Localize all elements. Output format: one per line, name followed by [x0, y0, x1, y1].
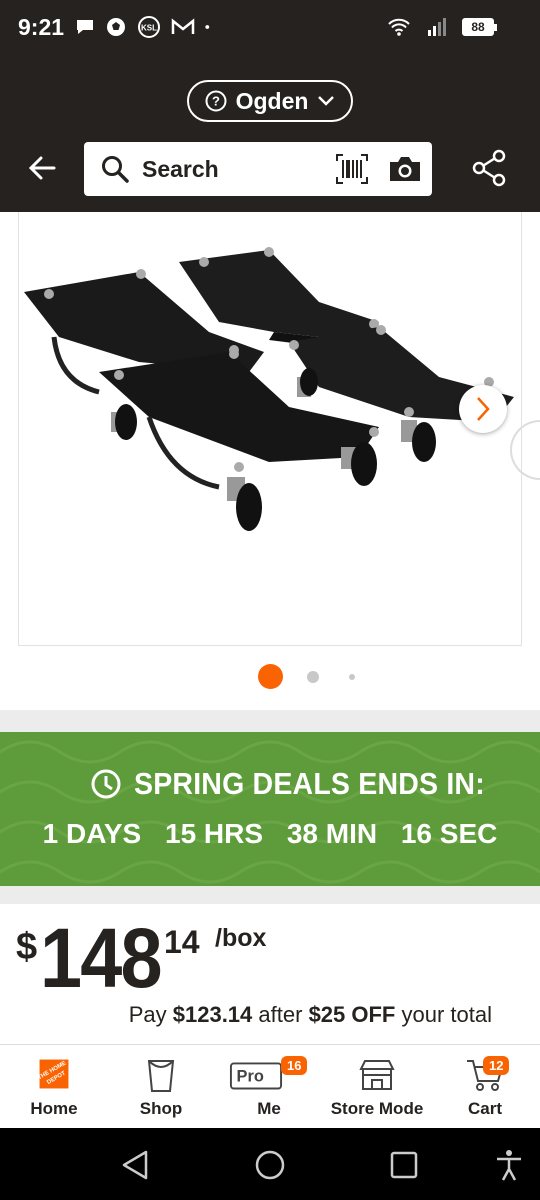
camera-icon[interactable] — [388, 154, 422, 184]
store-pin-icon: ? — [205, 90, 227, 112]
price-currency: $ — [16, 926, 38, 968]
store-name: Ogden — [235, 87, 309, 114]
promo-background-pattern — [0, 740, 540, 884]
nav-label-me: Me — [257, 1099, 281, 1118]
gallery-dot-active[interactable] — [258, 664, 283, 689]
android-back-icon[interactable] — [118, 1148, 152, 1182]
nav-item-store-mode[interactable]: Store Mode — [323, 1045, 431, 1129]
app-header: ? Ogden Search — [0, 60, 540, 212]
android-navigation-bar — [0, 1128, 540, 1200]
me-notification-badge: 16 — [281, 1056, 308, 1075]
product-image — [24, 247, 514, 531]
nav-label-store-mode: Store Mode — [330, 1099, 424, 1118]
pay-prefix: Pay — [128, 1002, 167, 1027]
promo-banner: SPRING DEALS ENDS IN: 1 DAYS 15 HRS 38 M… — [0, 732, 540, 886]
dot-icon — [205, 25, 210, 29]
nav-item-cart[interactable]: 12 Cart — [431, 1045, 539, 1129]
wifi-icon — [388, 18, 410, 36]
gallery-next-button[interactable] — [459, 385, 507, 433]
status-bar: 9:21 KSL 88 — [0, 0, 540, 60]
pro-card-text: Pro — [237, 1068, 264, 1086]
pro-card-icon: Pro — [229, 1062, 283, 1090]
search-placeholder: Search — [142, 156, 219, 182]
nav-item-me[interactable]: Pro 16 Me — [215, 1045, 323, 1129]
nav-item-home[interactable]: THE HOME DEPOT Home — [0, 1045, 108, 1129]
product-gallery[interactable] — [0, 212, 540, 710]
battery-icon: 88 — [462, 18, 497, 36]
ksl-icon-label: KSL — [141, 24, 157, 33]
store-selector[interactable]: ? Ogden — [187, 80, 353, 122]
store-icon — [359, 1060, 395, 1090]
gallery-dot[interactable] — [349, 674, 355, 680]
gallery-dot[interactable] — [307, 671, 319, 683]
nav-label-shop: Shop — [139, 1099, 183, 1118]
share-icon[interactable] — [470, 148, 508, 188]
chevron-down-icon — [318, 96, 335, 106]
countdown-minutes: 38 MIN — [286, 818, 378, 849]
cart-count-badge: 12 — [483, 1056, 510, 1075]
countdown-timer: 1 DAYS 15 HRS 38 MIN 16 SEC — [0, 818, 540, 850]
pay-suffix: your total — [401, 1002, 493, 1027]
promo-title: SPRING DEALS ENDS IN: — [90, 766, 515, 802]
bottom-navigation: THE HOME DEPOT Home Shop Pro 16 Me Store … — [0, 1044, 540, 1128]
discount-offer-line: Pay $123.14 after $25 OFF your total — [129, 1002, 492, 1028]
price-cents: 14 — [164, 924, 200, 960]
section-divider — [0, 886, 540, 904]
android-recents-icon[interactable] — [387, 1148, 421, 1182]
svg-text:?: ? — [212, 94, 220, 109]
chevron-right-icon — [477, 397, 490, 421]
countdown-seconds: 16 SEC — [400, 818, 498, 849]
barcode-scan-icon[interactable] — [336, 154, 368, 184]
home-depot-logo-icon: THE HOMEDEPOT — [37, 1059, 69, 1089]
status-time: 9:21 — [18, 14, 65, 40]
countdown-days: 1 DAYS — [42, 818, 142, 849]
nav-item-shop[interactable]: Shop — [107, 1045, 215, 1129]
ksl-icon: KSL — [138, 16, 160, 38]
price-section: $ 148 14 /box Pay $123.14 after $25 OFF … — [0, 904, 540, 1044]
nav-label-home: Home — [30, 1099, 78, 1118]
promo-title-text: SPRING DEALS ENDS IN: — [134, 766, 485, 801]
accessibility-icon[interactable] — [492, 1148, 526, 1182]
search-input[interactable]: Search — [84, 142, 432, 196]
product-image-frame — [18, 212, 522, 646]
android-home-icon[interactable] — [253, 1148, 287, 1182]
bucket-icon — [147, 1060, 175, 1092]
back-arrow-icon[interactable] — [24, 150, 60, 186]
countdown-hours: 15 HRS — [165, 818, 264, 849]
price-dollars: 148 — [40, 911, 163, 1005]
soccer-ball-icon — [107, 18, 125, 36]
discount-amount: $25 OFF — [308, 1002, 396, 1027]
gmail-icon — [171, 18, 195, 34]
section-divider — [0, 710, 540, 732]
pay-amount: $123.14 — [172, 1002, 253, 1027]
chat-bubble-icon — [77, 20, 93, 34]
pay-mid: after — [258, 1002, 303, 1027]
search-icon — [102, 156, 129, 183]
nav-label-cart: Cart — [467, 1099, 502, 1118]
gallery-pagination — [0, 664, 540, 689]
price-unit: /box — [215, 924, 267, 952]
clock-icon — [91, 769, 121, 799]
signal-icon — [428, 18, 446, 36]
